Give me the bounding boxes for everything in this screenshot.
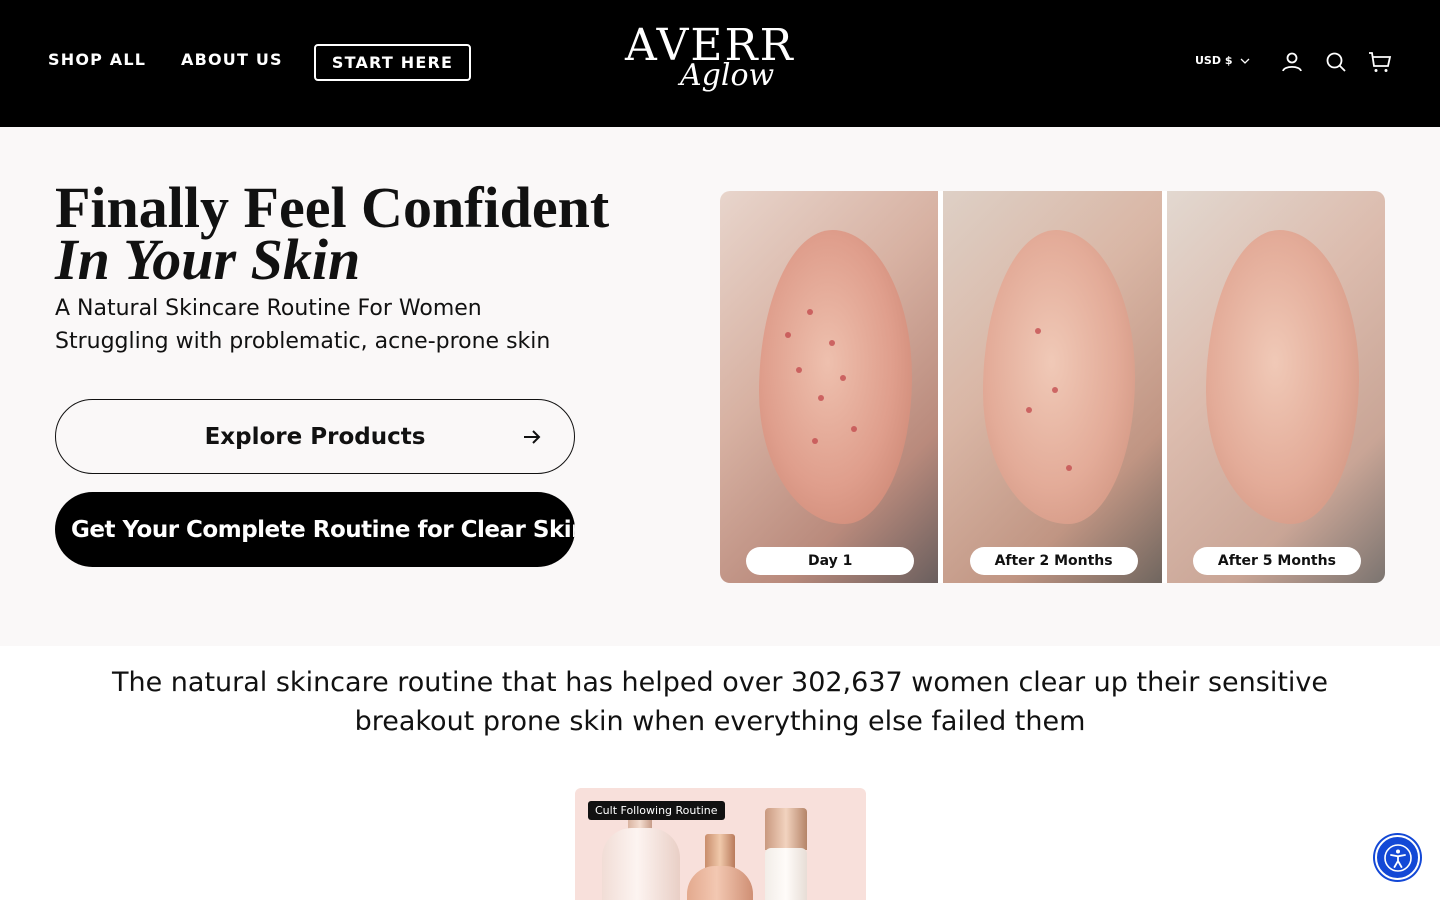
product-badge: Cult Following Routine: [588, 801, 725, 820]
face-photo: [759, 230, 913, 525]
hero-subtitle: A Natural Skincare Routine For Women Str…: [55, 292, 655, 358]
hero-section: Finally Feel Confident In Your Skin A Na…: [0, 127, 1440, 646]
bottle-image: [602, 828, 680, 900]
logo-script: Aglow: [680, 58, 775, 93]
bottle-image: [765, 848, 807, 900]
currency-label: USD $: [1195, 54, 1233, 67]
arrow-right-icon: [524, 430, 541, 444]
accessibility-button[interactable]: [1375, 835, 1420, 880]
hero-title-line2: In Your Skin: [55, 227, 361, 292]
before-after-image: Day 1 After 2 Months After 5 Months: [720, 191, 1385, 583]
chevron-down-icon: [1241, 58, 1250, 64]
before-after-label: After 2 Months: [969, 547, 1138, 575]
before-after-label: Day 1: [746, 547, 915, 575]
nav-start-here-button[interactable]: START HERE: [314, 44, 471, 81]
brand-logo[interactable]: AVERR Aglow: [620, 20, 820, 102]
hero-subtitle-line1: A Natural Skincare Routine For Women: [55, 296, 482, 321]
face-photo: [982, 230, 1136, 525]
search-icon[interactable]: [1324, 50, 1348, 74]
site-header: SHOP ALL ABOUT US START HERE AVERR Aglow…: [0, 0, 1440, 127]
accessibility-icon: [1383, 843, 1412, 872]
hero-subtitle-line2: Struggling with problematic, acne-prone …: [55, 329, 551, 354]
before-after-panel-day1: Day 1: [720, 191, 939, 583]
before-after-label: After 5 Months: [1192, 547, 1361, 575]
face-photo: [1205, 230, 1359, 525]
nav-about-us[interactable]: ABOUT US: [181, 50, 283, 69]
bottle-image: [687, 866, 753, 900]
currency-selector[interactable]: USD $: [1195, 54, 1250, 67]
nav-shop-all[interactable]: SHOP ALL: [48, 50, 146, 69]
before-after-panel-5months: After 5 Months: [1166, 191, 1385, 583]
explore-products-button[interactable]: Explore Products: [55, 399, 575, 474]
before-after-panel-2months: After 2 Months: [943, 191, 1162, 583]
get-routine-button[interactable]: Get Your Complete Routine for Clear Skin: [55, 492, 575, 567]
bottle-image: [765, 808, 807, 850]
product-card[interactable]: Cult Following Routine: [575, 788, 866, 900]
get-routine-label: Get Your Complete Routine for Clear Skin: [71, 516, 575, 543]
cart-icon[interactable]: [1368, 50, 1392, 74]
account-icon[interactable]: [1280, 50, 1304, 74]
social-proof-tagline: The natural skincare routine that has he…: [111, 667, 1329, 737]
explore-products-label: Explore Products: [204, 423, 426, 450]
